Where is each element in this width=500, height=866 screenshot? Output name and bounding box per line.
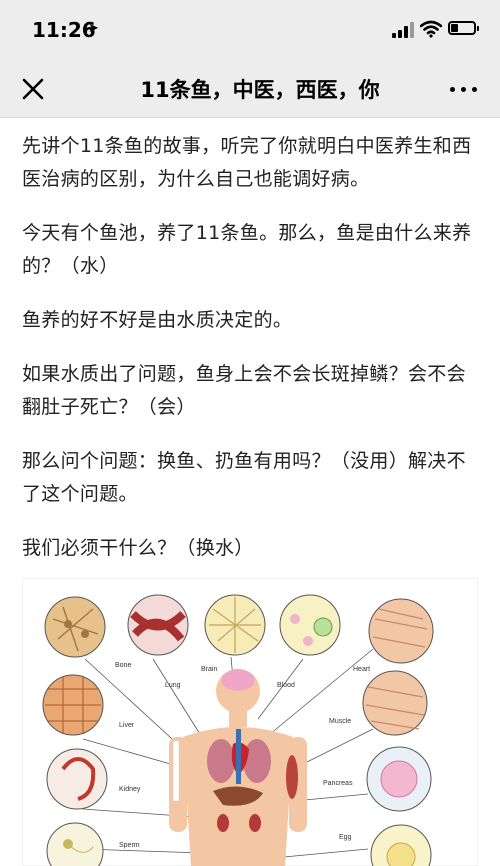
battery-icon	[448, 21, 479, 35]
cell-liver	[42, 674, 104, 736]
label-brain: Brain	[201, 666, 217, 673]
cell-brain	[204, 594, 266, 656]
cell-heart	[368, 598, 434, 664]
label-sperm: Sperm	[119, 842, 140, 849]
cell-bone	[44, 596, 106, 658]
more-dots-icon	[450, 87, 455, 92]
article-paragraph: 先讲个11条鱼的故事，听完了你就明白中医养生和西医治病的区别，为什么自己也能调好…	[22, 135, 472, 190]
label-muscle: Muscle	[329, 718, 351, 725]
label-kidney: Kidney	[119, 786, 141, 793]
label-lung: Lung	[165, 682, 181, 689]
cell-muscle	[362, 670, 428, 736]
article-body: 先讲个11条鱼的故事，听完了你就明白中医养生和西医治病的区别，为什么自己也能调好…	[0, 118, 500, 586]
cell-egg	[370, 824, 432, 866]
cell-kidney	[46, 748, 108, 810]
status-time: 11:26	[32, 18, 96, 42]
cell-blood	[279, 594, 341, 656]
close-icon	[22, 78, 44, 100]
label-blood: Blood	[277, 682, 295, 689]
label-egg: Egg	[339, 834, 352, 841]
article-paragraph: 鱼养的好不好是由水质决定的。	[22, 309, 293, 331]
status-bar: 11:26 ➤	[0, 0, 500, 60]
article-paragraph: 如果水质出了问题，鱼身上会不会长斑掉鳞？会不会翻肚子死亡？（会）	[22, 363, 466, 418]
label-bone: Bone	[115, 662, 131, 669]
cellular-signal-icon	[392, 22, 414, 38]
cell-pancreas	[366, 746, 432, 812]
location-arrow-icon: ➤	[88, 21, 99, 36]
article-paragraph: 那么问个问题：换鱼、扔鱼有用吗？（没用）解决不了这个问题。	[22, 450, 466, 505]
cell-sperm	[46, 822, 104, 866]
article-paragraph: 我们必须干什么？（换水）	[22, 537, 254, 559]
page-title: 11条鱼，中医，西医，你	[140, 78, 380, 102]
label-pancreas: Pancreas	[323, 780, 353, 787]
cell-lung	[127, 594, 189, 656]
human-body-figure	[169, 669, 307, 866]
body-cells-illustration[interactable]: Bone Lung Brain Blood Heart Liver Muscle…	[22, 578, 478, 866]
label-heart: Heart	[353, 666, 370, 673]
article-paragraph: 今天有个鱼池，养了11条鱼。那么，鱼是由什么来养的？（水）	[22, 222, 472, 277]
illustration-canvas: Bone Lung Brain Blood Heart Liver Muscle…	[42, 594, 434, 866]
wifi-icon	[420, 20, 442, 38]
more-dots-icon	[461, 87, 466, 92]
nav-bar: 11条鱼，中医，西医，你	[0, 60, 500, 118]
more-dots-icon	[472, 87, 477, 92]
label-liver: Liver	[119, 722, 135, 729]
battery-level	[451, 24, 459, 32]
close-button[interactable]	[18, 74, 48, 104]
more-button[interactable]	[446, 74, 482, 104]
